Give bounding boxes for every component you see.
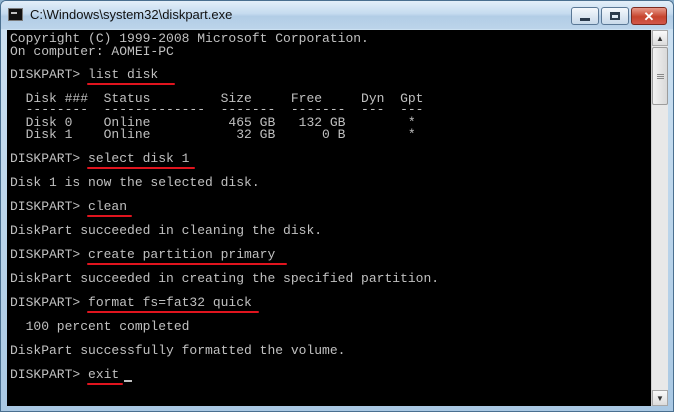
console-line-format-progress: 100 percent completed bbox=[10, 319, 190, 334]
close-icon: ✕ bbox=[643, 8, 655, 24]
scroll-down-button[interactable]: ▼ bbox=[652, 390, 668, 406]
console-line-cmd-clean: DISKPART> clean bbox=[10, 199, 128, 214]
console-app-icon[interactable] bbox=[8, 8, 23, 21]
scrollbar-thumb[interactable] bbox=[652, 47, 668, 105]
console-line-cmd-exit: DISKPART> exit bbox=[10, 367, 120, 382]
annotation-underline-create-partition bbox=[87, 263, 287, 265]
console-line-cmd-select-disk: DISKPART> select disk 1 bbox=[10, 151, 190, 166]
annotation-underline-format bbox=[87, 311, 259, 313]
console-line-disk-1: Disk 1 Online 32 GB 0 B * bbox=[10, 127, 416, 142]
scroll-up-button[interactable]: ▲ bbox=[652, 30, 668, 46]
maximize-icon bbox=[610, 12, 620, 20]
console-line-computer: On computer: AOMEI-PC bbox=[10, 44, 174, 59]
close-button[interactable]: ✕ bbox=[631, 7, 667, 25]
annotation-underline-select-disk bbox=[87, 167, 195, 169]
annotation-underline-list-disk bbox=[87, 83, 175, 85]
annotation-underline-exit bbox=[87, 383, 123, 385]
annotation-underline-clean bbox=[87, 215, 132, 217]
console-line-selected-result: Disk 1 is now the selected disk. bbox=[10, 175, 260, 190]
console-line-cmd-create-partition: DISKPART> create partition primary bbox=[10, 247, 276, 262]
scroll-down-icon: ▼ bbox=[656, 393, 664, 403]
console-line-clean-result: DiskPart succeeded in cleaning the disk. bbox=[10, 223, 323, 238]
console-line-format-result: DiskPart successfully formatted the volu… bbox=[10, 343, 346, 358]
minimize-button[interactable] bbox=[571, 7, 599, 25]
title-bar[interactable]: C:\Windows\system32\diskpart.exe ✕ bbox=[1, 1, 673, 29]
scrollbar-grip-icon bbox=[657, 74, 664, 75]
maximize-button[interactable] bbox=[601, 7, 629, 25]
text-cursor bbox=[124, 380, 132, 382]
console-line-create-result: DiskPart succeeded in creating the speci… bbox=[10, 271, 440, 286]
vertical-scrollbar[interactable]: ▲ ▼ bbox=[651, 30, 668, 406]
console-line-cmd-format: DISKPART> format fs=fat32 quick bbox=[10, 295, 252, 310]
window-title: C:\Windows\system32\diskpart.exe bbox=[30, 7, 233, 22]
console-line-cmd-list-disk: DISKPART> list disk bbox=[10, 67, 159, 82]
console-output[interactable]: Copyright (C) 1999-2008 Microsoft Corpor… bbox=[7, 30, 651, 406]
minimize-icon bbox=[580, 18, 590, 21]
scroll-up-icon: ▲ bbox=[656, 33, 664, 43]
diskpart-window: C:\Windows\system32\diskpart.exe ✕ Copyr… bbox=[0, 0, 674, 412]
